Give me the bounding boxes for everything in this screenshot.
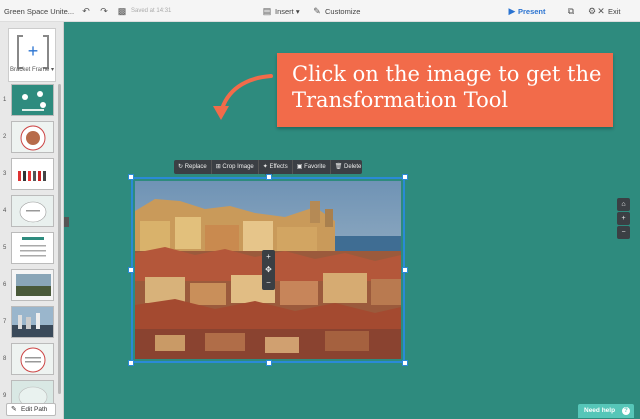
- thumb-number: 3: [3, 171, 7, 177]
- zoom-tools: ⌂ + −: [617, 198, 630, 240]
- slide-thumbnail[interactable]: [11, 306, 54, 338]
- resize-handle[interactable]: [128, 360, 134, 366]
- redo-icon[interactable]: ↷: [98, 5, 110, 17]
- slide-thumbnail[interactable]: [11, 121, 54, 153]
- frame-picker[interactable]: +: [8, 28, 56, 82]
- list-item[interactable]: 2: [2, 119, 56, 156]
- zoom-in-icon[interactable]: +: [617, 212, 630, 225]
- resize-handle[interactable]: [402, 174, 408, 180]
- list-item[interactable]: 8: [2, 341, 56, 378]
- list-item[interactable]: 4: [2, 193, 56, 230]
- thumb-number: 1: [3, 97, 7, 103]
- list-item[interactable]: 6: [2, 267, 56, 304]
- curved-arrow-icon: [213, 74, 273, 120]
- edit-path-label: Edit Path: [21, 406, 48, 413]
- customize-button[interactable]: Customize: [325, 7, 360, 16]
- resize-handle[interactable]: [402, 267, 408, 273]
- delete-button[interactable]: 🗑 Delete: [331, 160, 366, 174]
- list-item[interactable]: 7: [2, 304, 56, 341]
- sidebar-collapse-handle[interactable]: [64, 217, 69, 227]
- pencil-icon: ✎: [11, 406, 17, 413]
- resize-handle[interactable]: [266, 360, 272, 366]
- exit-button[interactable]: Exit: [608, 7, 621, 16]
- insert-menu[interactable]: Insert ▾: [275, 7, 300, 16]
- delete-label: Delete: [344, 164, 362, 170]
- brush-icon: ✎: [313, 6, 321, 16]
- thumb-number: 2: [3, 134, 7, 140]
- slide-thumbnail[interactable]: [11, 269, 54, 301]
- resize-handle[interactable]: [128, 174, 134, 180]
- edit-path-button[interactable]: ✎ Edit Path: [6, 403, 56, 416]
- list-item[interactable]: 3: [2, 156, 56, 193]
- resize-handle[interactable]: [266, 174, 272, 180]
- thumb-number: 7: [3, 319, 7, 325]
- crop-label: Crop Image: [222, 164, 254, 170]
- plus-icon: +: [27, 41, 39, 61]
- need-help-label: Need help: [584, 407, 616, 414]
- move-icon[interactable]: ✥: [262, 263, 275, 276]
- thumb-number: 9: [3, 393, 7, 399]
- undo-icon[interactable]: ↶: [80, 5, 92, 17]
- favorite-label: Favorite: [304, 164, 326, 170]
- slide-thumbnail[interactable]: [11, 158, 54, 190]
- frames-sidebar: + Bracket Frame ▾ 1 2 3 4 5 6 7 8 9 ✎ Ed…: [0, 22, 64, 419]
- favorite-button[interactable]: ▣ Favorite: [293, 160, 331, 174]
- instruction-callout: Click on the image to get the Transforma…: [277, 53, 613, 127]
- transformation-tool: + ✥ −: [262, 250, 275, 290]
- replace-label: Replace: [184, 164, 207, 170]
- list-item[interactable]: 5: [2, 230, 56, 267]
- sidebar-scrollbar[interactable]: [58, 84, 61, 394]
- document-title[interactable]: Green Space Unite...: [4, 7, 76, 16]
- zoom-out-icon[interactable]: −: [617, 226, 630, 239]
- image-toolbar: ↻ Replace ⊞ Crop Image ✦ Effects ▣ Favor…: [174, 160, 362, 174]
- list-item[interactable]: 1: [2, 82, 56, 119]
- scale-down-icon[interactable]: −: [262, 276, 275, 289]
- slide-thumbnail[interactable]: [11, 84, 54, 116]
- frame-type-text: Bracket Frame: [10, 67, 50, 73]
- saved-status: Saved at 14:31: [131, 8, 172, 14]
- slide-thumbnail[interactable]: [11, 195, 54, 227]
- resize-handle[interactable]: [402, 360, 408, 366]
- thumbnail-list: 1 2 3 4 5 6 7 8 9: [2, 82, 56, 415]
- close-icon[interactable]: ✕: [595, 5, 607, 17]
- resize-handle[interactable]: [128, 267, 134, 273]
- slide-thumbnail[interactable]: [11, 232, 54, 264]
- thumb-number: 6: [3, 282, 7, 288]
- slide-thumbnail[interactable]: [11, 343, 54, 375]
- thumb-number: 4: [3, 208, 7, 214]
- insert-icon: ▤: [262, 6, 272, 16]
- top-toolbar: Green Space Unite... ↶ ↷ ▩ Saved at 14:3…: [0, 0, 640, 22]
- home-icon[interactable]: ⌂: [617, 198, 630, 211]
- question-icon: ?: [622, 407, 630, 415]
- present-button[interactable]: Present: [518, 7, 546, 16]
- scale-up-icon[interactable]: +: [262, 250, 275, 263]
- thumb-number: 8: [3, 356, 7, 362]
- replace-button[interactable]: ↻ Replace: [174, 160, 212, 174]
- need-help-button[interactable]: Need help ?: [578, 404, 634, 418]
- insert-label: Insert: [275, 7, 294, 16]
- play-icon: ▶: [508, 6, 516, 16]
- frame-type-label[interactable]: Bracket Frame ▾: [10, 66, 54, 73]
- effects-button[interactable]: ✦ Effects: [259, 160, 293, 174]
- crop-image-button[interactable]: ⊞ Crop Image: [212, 160, 259, 174]
- share-icon[interactable]: ⧉: [565, 5, 577, 17]
- effects-label: Effects: [269, 164, 288, 170]
- save-icon[interactable]: ▩: [116, 5, 128, 17]
- thumb-number: 5: [3, 245, 7, 251]
